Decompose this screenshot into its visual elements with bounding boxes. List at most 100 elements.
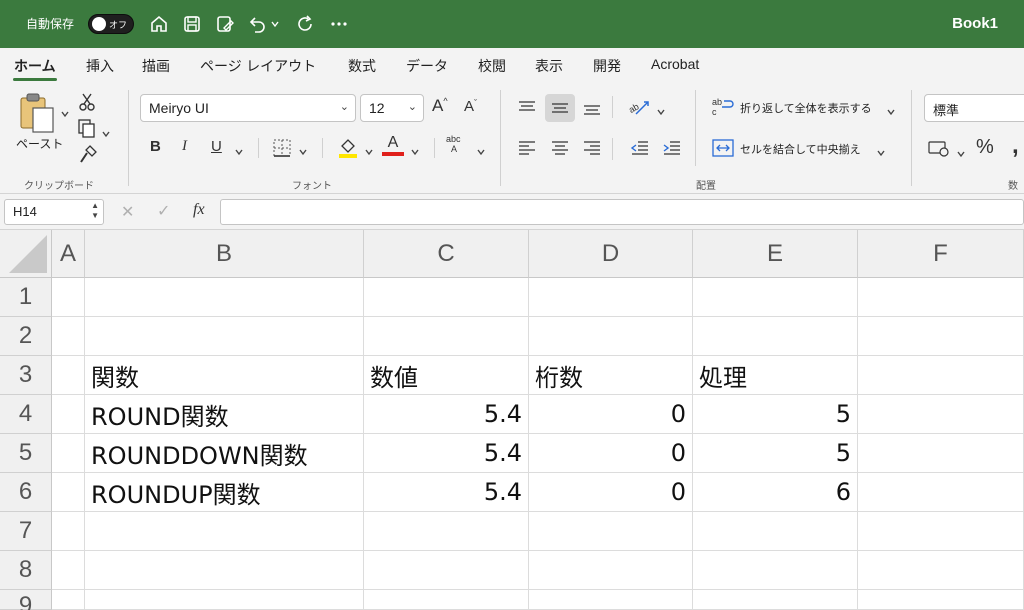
tab-acrobat[interactable]: Acrobat (651, 56, 699, 72)
borders-icon[interactable] (272, 138, 292, 162)
cell-d3[interactable]: 桁数 (529, 356, 693, 395)
align-right-icon[interactable] (582, 140, 602, 160)
cell-d7[interactable] (529, 512, 693, 551)
font-size-select[interactable]: 12 ⌄ (360, 94, 424, 122)
tab-home[interactable]: ホーム (14, 56, 56, 76)
font-color-dropdown-icon[interactable] (410, 142, 420, 161)
enter-check-icon[interactable]: ✓ (157, 201, 170, 220)
cell-b9[interactable] (85, 590, 364, 610)
phonetic-guide-icon[interactable]: abc A (446, 134, 461, 154)
merge-center-button[interactable]: セルを結合して中央揃え (740, 141, 861, 157)
cell-b1[interactable] (85, 278, 364, 317)
cell-f9[interactable] (858, 590, 1024, 610)
column-header-a[interactable]: A (52, 230, 85, 278)
cell-c4[interactable]: 5.4 (364, 395, 529, 434)
cell-f8[interactable] (858, 551, 1024, 590)
autosave-toggle[interactable]: オフ (88, 14, 134, 34)
redo-icon[interactable] (294, 12, 318, 36)
cell-b3[interactable]: 関数 (85, 356, 364, 395)
cell-f6[interactable] (858, 473, 1024, 512)
cell-e3[interactable]: 処理 (693, 356, 858, 395)
cancel-icon[interactable]: ✕ (121, 202, 134, 221)
fill-color-dropdown-icon[interactable] (364, 142, 374, 161)
cell-e4[interactable]: 5 (693, 395, 858, 434)
column-header-f[interactable]: F (858, 230, 1024, 278)
cell-b5[interactable]: ROUNDDOWN関数 (85, 434, 364, 473)
row-header-5[interactable]: 5 (0, 434, 52, 473)
name-box-spinner-icon[interactable]: ▲ ▼ (91, 201, 99, 221)
increase-indent-icon[interactable] (662, 140, 682, 160)
cell-a4[interactable] (52, 395, 85, 434)
save-as-icon[interactable] (213, 12, 237, 36)
cell-e6[interactable]: 6 (693, 473, 858, 512)
cell-d4[interactable]: 0 (529, 395, 693, 434)
column-header-b[interactable]: B (85, 230, 364, 278)
cell-e2[interactable] (693, 317, 858, 356)
cell-a7[interactable] (52, 512, 85, 551)
cell-b2[interactable] (85, 317, 364, 356)
tab-view[interactable]: 表示 (535, 56, 563, 76)
font-color-icon[interactable]: A (382, 134, 404, 156)
home-icon[interactable] (147, 12, 171, 36)
wrap-text-icon[interactable]: ab c (712, 96, 734, 120)
cell-c3[interactable]: 数値 (364, 356, 529, 395)
align-center-icon[interactable] (550, 140, 570, 160)
cell-f5[interactable] (858, 434, 1024, 473)
name-box[interactable]: H14 ▲ ▼ (4, 199, 104, 225)
tab-page-layout[interactable]: ページ レイアウト (200, 56, 316, 76)
copy-icon[interactable] (77, 118, 97, 142)
row-header-2[interactable]: 2 (0, 317, 52, 356)
wrap-text-dropdown-icon[interactable] (886, 102, 896, 121)
cell-a6[interactable] (52, 473, 85, 512)
tab-developer[interactable]: 開発 (593, 56, 621, 76)
cell-e8[interactable] (693, 551, 858, 590)
cell-d8[interactable] (529, 551, 693, 590)
align-top-icon[interactable] (517, 100, 537, 120)
cell-c5[interactable]: 5.4 (364, 434, 529, 473)
select-all-corner[interactable] (0, 230, 52, 278)
format-painter-icon[interactable] (78, 144, 98, 168)
percent-style-button[interactable]: % (976, 136, 994, 159)
fill-color-icon[interactable] (337, 136, 359, 162)
copy-dropdown-icon[interactable] (101, 124, 111, 143)
cell-a5[interactable] (52, 434, 85, 473)
tab-formulas[interactable]: 数式 (348, 56, 376, 76)
cell-b6[interactable]: ROUNDUP関数 (85, 473, 364, 512)
accounting-format-icon[interactable] (928, 138, 952, 162)
align-middle-icon[interactable] (550, 100, 570, 120)
align-bottom-icon[interactable] (582, 100, 602, 120)
cell-c9[interactable] (364, 590, 529, 610)
cell-c1[interactable] (364, 278, 529, 317)
font-name-select[interactable]: Meiryo UI ⌄ (140, 94, 356, 122)
cut-icon[interactable] (78, 92, 96, 116)
tab-draw[interactable]: 描画 (142, 56, 170, 76)
cell-f7[interactable] (858, 512, 1024, 551)
column-header-c[interactable]: C (364, 230, 529, 278)
cell-d9[interactable] (529, 590, 693, 610)
cell-e5[interactable]: 5 (693, 434, 858, 473)
tab-review[interactable]: 校閲 (478, 56, 506, 76)
decrease-font-size-icon[interactable]: Aˇ (464, 98, 477, 115)
cell-d6[interactable]: 0 (529, 473, 693, 512)
comma-style-button[interactable]: , (1012, 132, 1019, 160)
cell-b7[interactable] (85, 512, 364, 551)
underline-dropdown-icon[interactable] (234, 142, 244, 161)
row-header-6[interactable]: 6 (0, 473, 52, 512)
merge-center-dropdown-icon[interactable] (876, 143, 886, 162)
row-header-3[interactable]: 3 (0, 356, 52, 395)
cell-b8[interactable] (85, 551, 364, 590)
save-icon[interactable] (180, 12, 204, 36)
cell-f3[interactable] (858, 356, 1024, 395)
accounting-dropdown-icon[interactable] (956, 144, 966, 163)
insert-function-button[interactable]: fx (193, 201, 205, 219)
tab-insert[interactable]: 挿入 (86, 56, 114, 76)
cell-e7[interactable] (693, 512, 858, 551)
row-header-1[interactable]: 1 (0, 278, 52, 317)
row-header-8[interactable]: 8 (0, 551, 52, 590)
paste-dropdown-icon[interactable] (60, 104, 70, 123)
merge-center-icon[interactable] (712, 138, 734, 162)
row-header-9[interactable]: 9 (0, 590, 52, 610)
cell-c6[interactable]: 5.4 (364, 473, 529, 512)
bold-button[interactable]: B (150, 138, 161, 155)
number-format-select[interactable]: 標準 (924, 94, 1024, 122)
